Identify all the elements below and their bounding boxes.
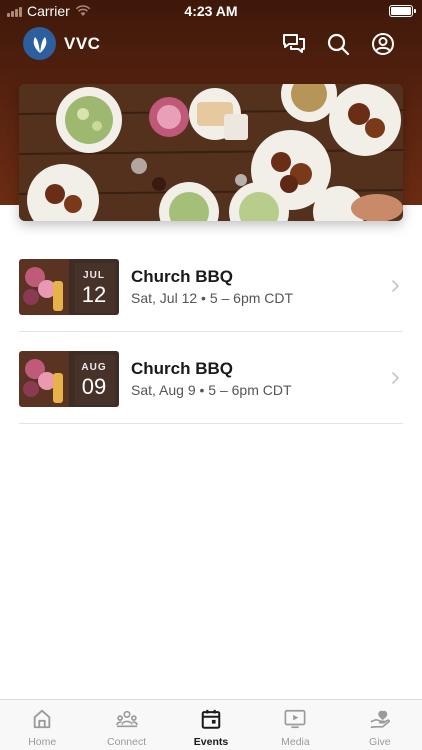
tab-label: Connect bbox=[107, 736, 147, 748]
event-day: 12 bbox=[81, 282, 107, 307]
event-month: JUL bbox=[83, 270, 105, 281]
vine-logo-icon bbox=[33, 36, 46, 53]
tab-media[interactable]: Media bbox=[253, 700, 337, 750]
event-thumbnail: AUG 09 bbox=[19, 351, 119, 407]
tab-events[interactable]: Events bbox=[169, 700, 253, 750]
play-screen-icon bbox=[284, 709, 306, 729]
event-datetime: Sat, Jul 12 • 5 – 6pm CDT bbox=[131, 290, 294, 306]
event-list: JUL 12 Church BBQ Sat, Jul 12 • 5 – 6pm … bbox=[0, 240, 422, 424]
event-title: Church BBQ bbox=[131, 267, 233, 286]
search-icon[interactable] bbox=[326, 32, 350, 56]
tab-label: Give bbox=[369, 736, 391, 748]
tab-label: Events bbox=[193, 736, 229, 748]
tab-label: Home bbox=[28, 736, 57, 748]
app-title: VVC bbox=[64, 34, 101, 53]
hero-image[interactable] bbox=[19, 84, 403, 221]
app-bar: VVC bbox=[0, 24, 422, 64]
chevron-right-icon bbox=[392, 280, 399, 292]
event-datetime: Sat, Aug 9 • 5 – 6pm CDT bbox=[131, 382, 292, 398]
tab-connect[interactable]: Connect bbox=[84, 700, 168, 750]
event-thumbnail: JUL 12 bbox=[19, 259, 119, 315]
event-day: 09 bbox=[81, 374, 107, 399]
tab-home[interactable]: Home bbox=[0, 700, 84, 750]
event-title: Church BBQ bbox=[131, 359, 233, 378]
home-icon bbox=[33, 709, 51, 729]
event-date-badge: JUL 12 bbox=[69, 259, 119, 315]
event-month: AUG bbox=[81, 362, 107, 373]
event-date-badge: AUG 09 bbox=[69, 351, 119, 407]
tab-label: Media bbox=[281, 736, 310, 748]
tab-give[interactable]: Give bbox=[338, 700, 422, 750]
status-time: 4:23 AM bbox=[184, 3, 238, 19]
event-row[interactable]: JUL 12 Church BBQ Sat, Jul 12 • 5 – 6pm … bbox=[19, 240, 403, 332]
event-row[interactable]: AUG 09 Church BBQ Sat, Aug 9 • 5 – 6pm C… bbox=[19, 332, 403, 424]
battery-icon bbox=[389, 5, 416, 17]
account-icon[interactable] bbox=[371, 32, 395, 56]
chevron-right-icon bbox=[392, 372, 399, 384]
app-logo[interactable] bbox=[23, 27, 56, 60]
heart-hand-icon bbox=[370, 710, 390, 729]
people-icon bbox=[115, 710, 138, 728]
calendar-icon bbox=[201, 709, 221, 729]
chat-icon[interactable] bbox=[282, 32, 306, 56]
food-table-photo bbox=[19, 84, 403, 221]
status-bar: Carrier 4:23 AM bbox=[0, 0, 422, 22]
tab-bar: Home Connect Events Media Give bbox=[0, 699, 422, 750]
